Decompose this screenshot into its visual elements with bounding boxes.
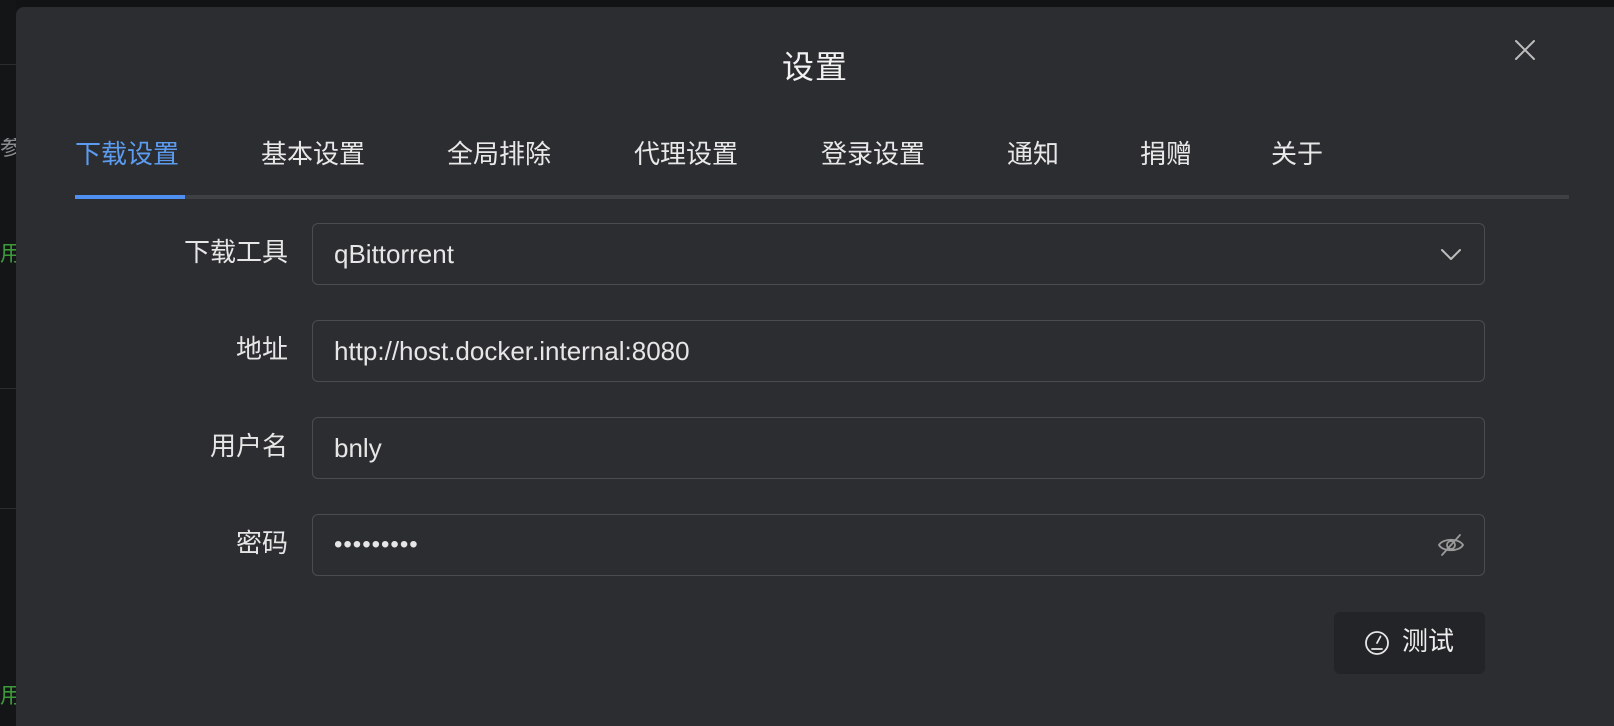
- divider: [0, 508, 16, 509]
- address-label: 地址: [235, 335, 288, 365]
- downloader-select[interactable]: qBittorrent: [312, 223, 1485, 285]
- settings-dialog: 设置 下载设置 基本设置 全局排除 代理设置 登录设置 通知 捐赠 关于 下载工…: [16, 7, 1614, 726]
- close-icon: [1515, 40, 1535, 60]
- password-input-value: •••••••••: [334, 531, 419, 558]
- chevron-down-icon: [1441, 249, 1461, 260]
- password-input[interactable]: •••••••••: [312, 514, 1485, 576]
- tab-login-settings[interactable]: 登录设置: [821, 137, 925, 173]
- address-input[interactable]: http://host.docker.internal:8080: [312, 320, 1485, 382]
- background-text: 参: [0, 138, 16, 160]
- active-tab-indicator: [75, 195, 185, 199]
- select-arrow: [1436, 239, 1466, 269]
- downloader-select-value: qBittorrent: [334, 239, 454, 269]
- downloader-label: 下载工具: [183, 238, 288, 268]
- password-visibility-toggle[interactable]: [1436, 530, 1466, 560]
- tab-donate[interactable]: 捐赠: [1140, 137, 1192, 173]
- dialog-title: 设置: [781, 48, 848, 86]
- tab-about[interactable]: 关于: [1271, 137, 1323, 173]
- password-label: 密码: [235, 529, 288, 559]
- divider: [0, 388, 16, 389]
- close-button[interactable]: [1510, 35, 1540, 65]
- divider: [0, 64, 16, 65]
- tabs-track: [75, 195, 1569, 199]
- tab-notifications[interactable]: 通知: [1007, 137, 1059, 173]
- address-input-value: http://host.docker.internal:8080: [334, 336, 690, 366]
- settings-tabs: 下载设置 基本设置 全局排除 代理设置 登录设置 通知 捐赠 关于: [75, 135, 1569, 199]
- tab-proxy-settings[interactable]: 代理设置: [634, 137, 738, 173]
- tab-global-exclude[interactable]: 全局排除: [447, 137, 551, 173]
- test-button[interactable]: 测试: [1334, 612, 1485, 674]
- test-icon-wrap: [1363, 629, 1391, 657]
- username-input[interactable]: bnly: [312, 417, 1485, 479]
- tab-download-settings[interactable]: 下载设置: [75, 137, 179, 173]
- gauge-icon: [1365, 631, 1389, 655]
- test-button-label: 测试: [1402, 627, 1455, 657]
- eye-off-icon: [1437, 534, 1465, 556]
- tab-basic-settings[interactable]: 基本设置: [261, 137, 365, 173]
- username-input-value: bnly: [334, 433, 382, 463]
- background-text: 用: [0, 686, 16, 708]
- username-label: 用户名: [209, 432, 288, 462]
